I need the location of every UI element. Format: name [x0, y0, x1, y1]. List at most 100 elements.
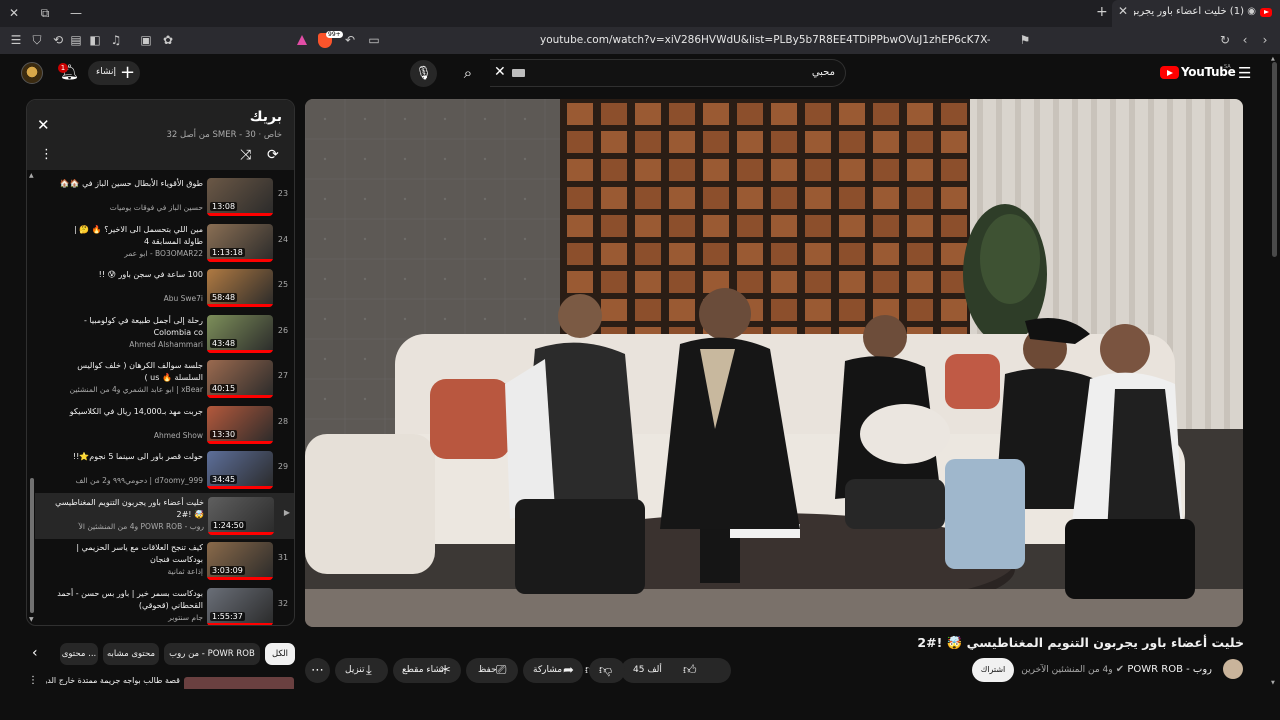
- wall-slat: [839, 271, 865, 293]
- subscribe-button[interactable]: اشتراك: [972, 658, 1014, 682]
- watched-progress-bar: [207, 577, 273, 580]
- share-button[interactable]: ➦ مشاركة: [523, 658, 583, 683]
- playlist-item-thumbnail[interactable]: 1:24:50: [208, 496, 274, 535]
- playlist-item-title: جربت مهد بـ14,000 ريال في الكلاسيكو: [69, 406, 203, 416]
- clip-button[interactable]: ✂ إنشاء مقطع: [393, 658, 461, 683]
- save-button[interactable]: ⎚ حفظ: [466, 658, 518, 683]
- playlist-subtitle: خاص · SMER - 30 من أصل 32: [166, 130, 282, 140]
- playlist-item[interactable]: 32 1:55:37 بودكاست بسمر خير | باور بس حسن …: [35, 584, 293, 625]
- bookmark-icon[interactable]: ⚑: [1017, 32, 1033, 48]
- playlist-item-thumbnail[interactable]: 43:48: [207, 314, 273, 353]
- chip-2[interactable]: محتوى مشابه: [103, 643, 159, 665]
- next-recommendation[interactable]: ⋮ قصة طالب بواجه جريمة ممتدة خارج الدولة…: [26, 675, 295, 689]
- undo-icon[interactable]: ↶: [342, 32, 358, 48]
- playlist-item[interactable]: 24 1:13:18 مين اللي بتحسمل الى الاخير؟ 🔥 🤔…: [35, 220, 293, 266]
- page-scrollbar[interactable]: [1272, 62, 1277, 257]
- verified-icon: ✔: [1112, 664, 1125, 675]
- playlist-item[interactable]: 31 3:03:09 كيف تنجح العلاقات مع ياسر الحزي…: [35, 538, 293, 584]
- address-bar[interactable]: youtube.com/watch?v=xiV286HVWdU&list=PLB…: [540, 34, 990, 46]
- scroll-down-icon[interactable]: ▼: [29, 616, 34, 623]
- reload-icon[interactable]: ↻: [1217, 32, 1233, 48]
- more-horizontal-icon: ⋯: [311, 663, 324, 678]
- loop-icon[interactable]: ⟳: [267, 147, 279, 163]
- playlist-item-title: حولت قصر باور الى سينما 5 نجوم⭐!!: [72, 452, 203, 461]
- playlist-item-thumbnail[interactable]: 3:03:09: [207, 542, 273, 580]
- chip-0[interactable]: الكل: [265, 643, 295, 665]
- watched-progress-bar: [207, 258, 273, 262]
- screenshot-icon[interactable]: ▣: [138, 32, 154, 48]
- browser-tab-youtube[interactable]: ✕ (1) خليت أعضاء باور يجربون التن ◉: [1112, 0, 1280, 27]
- minimize-window-icon[interactable]: —: [66, 4, 86, 22]
- wall-slat: [601, 271, 627, 293]
- shuffle-icon[interactable]: ⤨: [240, 147, 251, 163]
- playlist-item-thumbnail[interactable]: 40:15: [207, 360, 273, 398]
- wall-slat: [567, 243, 593, 265]
- shield-icon[interactable]: ⛉: [29, 32, 45, 48]
- tabs-icon[interactable]: ▤: [68, 32, 84, 48]
- playlist-item-thumbnail[interactable]: 1:55:37: [207, 587, 273, 625]
- channel-avatar[interactable]: [1223, 659, 1243, 679]
- history-icon[interactable]: ⟲: [50, 32, 66, 48]
- playlist-item-thumbnail[interactable]: 58:48: [207, 269, 273, 307]
- create-button[interactable]: + إنشاء: [88, 61, 140, 85]
- clear-search-icon[interactable]: ✕: [494, 64, 506, 80]
- playlist-item-duration: 13:30: [210, 429, 238, 439]
- restore-window-icon[interactable]: ⧉: [35, 4, 55, 22]
- close-playlist-icon[interactable]: ✕: [37, 116, 50, 134]
- search-input[interactable]: ✕ محبي: [490, 59, 846, 87]
- vpn-triangle-icon[interactable]: [297, 35, 307, 45]
- chips-scroll-arrow-icon[interactable]: ‹: [32, 645, 38, 661]
- playlist-item[interactable]: ▶ 1:24:50 خليت أعضاء باور يجربون التنويم ا…: [35, 492, 294, 539]
- playlist-item[interactable]: 26 43:48 رحلة إلى أجمل طبيعة في كولومبيا -…: [35, 311, 293, 357]
- channel-name[interactable]: روب - POWR ROB ✔ و4 من المنشئين الآخرين: [1021, 664, 1212, 675]
- playlist-item-title: خليت أعضاء باور يجربون التنويم المغناطيس…: [55, 497, 204, 519]
- page-scroll-down-icon[interactable]: ▼: [1271, 680, 1275, 686]
- new-tab-icon[interactable]: +: [1096, 4, 1108, 20]
- playlist-scrollbar[interactable]: [30, 478, 34, 613]
- chip-3[interactable]: محتوى ...: [60, 643, 98, 665]
- more-options-icon[interactable]: ⋮: [28, 675, 38, 686]
- account-avatar[interactable]: [21, 62, 43, 84]
- playlist-item-thumbnail[interactable]: 13:30: [207, 405, 273, 444]
- wall-slat: [635, 271, 661, 293]
- search-button[interactable]: ⌕: [448, 60, 488, 86]
- extensions-icon[interactable]: ✿: [160, 32, 176, 48]
- sidebar-icon[interactable]: ◧: [87, 32, 103, 48]
- youtube-logo[interactable]: YouTube: [1160, 65, 1236, 81]
- video-player[interactable]: [305, 99, 1243, 627]
- like-button[interactable]: 👍︎: [683, 658, 697, 683]
- playlist-item[interactable]: 23 13:08 طوق الأقوياء الأبطال حسين الباز ف…: [35, 174, 293, 220]
- tab-audio-icon[interactable]: ◉: [1247, 6, 1256, 17]
- download-button[interactable]: ⤓ تنزيل: [335, 658, 388, 683]
- save-playlist-icon: ⎚: [496, 663, 507, 678]
- more-actions-button[interactable]: ⋯: [305, 658, 330, 683]
- keyboard-icon[interactable]: [512, 69, 525, 77]
- chip-1[interactable]: من روب - POWR ROB: [164, 643, 260, 665]
- forward-icon[interactable]: ›: [1257, 32, 1273, 48]
- voice-search-icon[interactable]: 🎙︎: [410, 60, 437, 87]
- wall-slat: [601, 299, 627, 321]
- playlist-item-thumbnail[interactable]: 13:08: [207, 178, 273, 216]
- more-options-icon[interactable]: ⋮: [40, 147, 53, 162]
- scroll-up-icon[interactable]: ▲: [29, 172, 34, 179]
- guide-menu-icon[interactable]: ☰: [1238, 64, 1251, 82]
- tab-close-icon[interactable]: ✕: [1118, 4, 1128, 18]
- music-icon[interactable]: ♫: [108, 32, 124, 48]
- playlist-item[interactable]: 29 34:45 حولت قصر باور الى سينما 5 نجوم⭐!!…: [35, 447, 293, 493]
- menu-icon[interactable]: ☰: [8, 32, 24, 48]
- playlist-item-thumbnail[interactable]: 34:45: [207, 451, 273, 489]
- cast-icon[interactable]: ▭: [366, 32, 382, 48]
- dislike-pill[interactable]: 👎︎: [589, 658, 625, 683]
- close-window-icon[interactable]: ✕: [4, 4, 24, 22]
- playlist-item[interactable]: 27 40:15 جلسة سوالف الكرهان ( خلف كواليس ا…: [35, 356, 293, 402]
- watched-progress-bar: [207, 622, 273, 625]
- playlist-item-title: 100 ساعة في سجن باور 😰 !!: [98, 270, 203, 279]
- playlist-title[interactable]: بريك: [250, 109, 282, 125]
- playlist-item[interactable]: 28 13:30 جربت مهد بـ14,000 ريال في الكلاسي…: [35, 402, 293, 448]
- playlist-item[interactable]: 25 58:48 100 ساعة في سجن باور 😰 !! Abu Swe7…: [35, 265, 293, 311]
- playlist-item-thumbnail[interactable]: 1:13:18: [207, 223, 273, 262]
- back-icon[interactable]: ‹: [1237, 32, 1253, 48]
- playlist-item-channel: d7oomy_999 | دحومي٩٩٩ و2 من الف: [75, 476, 203, 485]
- playlist-item-channel: روب - POWR ROB و4 من المنشئين الآ: [78, 521, 204, 531]
- playlist-item-channel: إذاعة ثمانية: [167, 567, 203, 576]
